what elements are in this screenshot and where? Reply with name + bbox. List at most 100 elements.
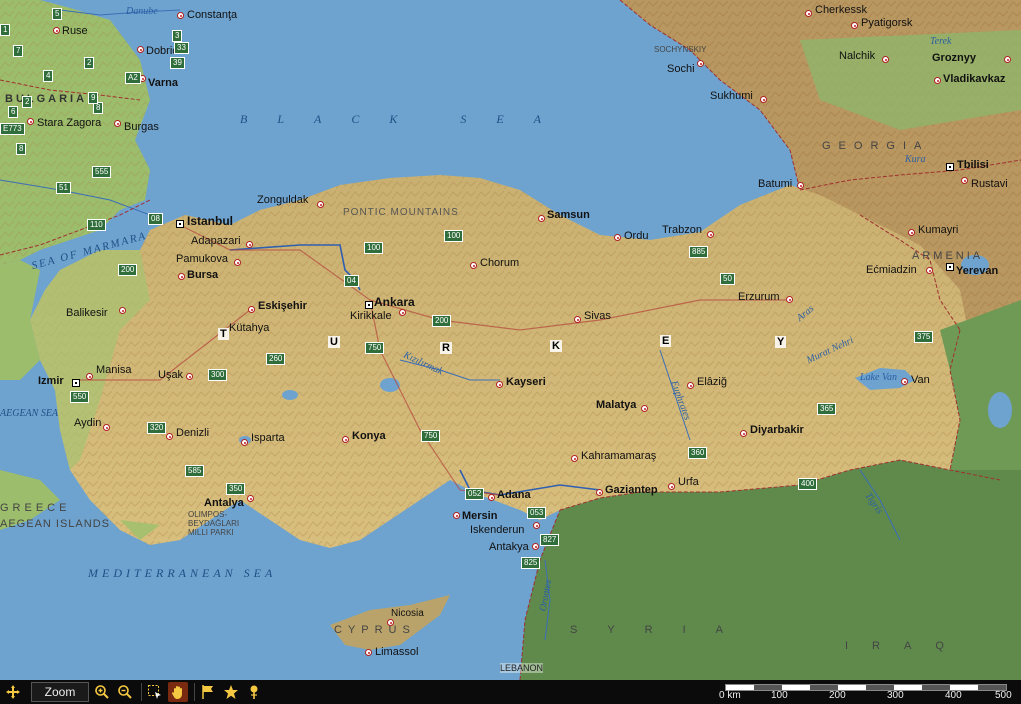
city-label-burgas[interactable]: Burgas (124, 121, 159, 133)
map-view[interactable]: BLACK SEA SEA OF MARMARA MEDITERRANEAN S… (0, 0, 1021, 680)
city-label-kayseri[interactable]: Kayseri (506, 376, 546, 388)
city-marker[interactable] (387, 619, 394, 626)
city-marker[interactable] (760, 96, 767, 103)
city-marker[interactable] (797, 182, 804, 189)
city-label-ecmiadzin[interactable]: Ećmiadzin (866, 264, 917, 276)
city-marker[interactable] (533, 522, 540, 529)
city-label-ordu[interactable]: Ordu (624, 230, 648, 242)
city-marker[interactable] (926, 267, 933, 274)
city-marker[interactable] (27, 118, 34, 125)
city-marker[interactable] (53, 27, 60, 34)
city-label-kirikkale[interactable]: Kirikkale (350, 310, 392, 322)
city-label-kahramanmaras[interactable]: Kahramamaraş (581, 450, 656, 462)
city-marker[interactable] (178, 273, 185, 280)
city-label-malatya[interactable]: Malatya (596, 399, 636, 411)
city-label-diyarbakir[interactable]: Diyarbakir (750, 424, 804, 436)
city-label-varna[interactable]: Varna (148, 77, 178, 89)
city-marker[interactable] (574, 316, 581, 323)
hand-pan-icon[interactable] (168, 682, 188, 702)
city-marker[interactable] (496, 381, 503, 388)
city-marker[interactable] (668, 483, 675, 490)
city-label-yerevan[interactable]: Yerevan (956, 265, 998, 277)
city-marker[interactable] (234, 259, 241, 266)
city-marker[interactable] (247, 495, 254, 502)
city-marker[interactable] (901, 378, 908, 385)
city-label-kutahya[interactable]: Kütahya (229, 322, 269, 334)
city-marker[interactable] (908, 229, 915, 236)
city-label-zonguldak[interactable]: Zonguldak (257, 194, 308, 206)
city-marker[interactable] (596, 489, 603, 496)
city-label-elazig[interactable]: Elâziğ (697, 376, 727, 388)
city-label-sochi[interactable]: Sochi (667, 63, 695, 75)
flag-icon[interactable] (198, 682, 218, 702)
city-label-rustavi[interactable]: Rustavi (971, 178, 1008, 190)
city-label-manisa[interactable]: Manisa (96, 364, 131, 376)
city-marker[interactable] (571, 455, 578, 462)
city-marker[interactable] (934, 77, 941, 84)
city-label-samsun[interactable]: Samsun (547, 209, 590, 221)
city-marker[interactable] (119, 307, 126, 314)
select-rect-icon[interactable] (145, 682, 165, 702)
city-label-denizli[interactable]: Denizli (176, 427, 209, 439)
city-label-kumayri[interactable]: Kumayri (918, 224, 958, 236)
city-label-bursa[interactable]: Bursa (187, 269, 218, 281)
city-label-groznyy[interactable]: Groznyy (932, 52, 976, 64)
city-marker[interactable] (137, 46, 144, 53)
city-marker[interactable] (687, 382, 694, 389)
city-label-erzurum[interactable]: Erzurum (738, 291, 780, 303)
city-marker[interactable] (176, 220, 184, 228)
city-marker[interactable] (740, 430, 747, 437)
pin-icon[interactable] (244, 682, 264, 702)
city-marker[interactable] (707, 231, 714, 238)
city-marker[interactable] (103, 424, 110, 431)
zoom-in-icon[interactable] (92, 682, 112, 702)
city-marker[interactable] (342, 436, 349, 443)
city-label-konya[interactable]: Konya (352, 430, 386, 442)
star-icon[interactable] (221, 682, 241, 702)
city-marker[interactable] (697, 60, 704, 67)
city-label-izmir[interactable]: Izmir (38, 375, 64, 387)
city-marker[interactable] (805, 10, 812, 17)
city-label-urfa[interactable]: Urfa (678, 476, 699, 488)
city-label-adapazari[interactable]: Adapazari (191, 235, 241, 247)
city-label-van[interactable]: Van (911, 374, 930, 386)
city-marker[interactable] (488, 494, 495, 501)
city-marker[interactable] (166, 433, 173, 440)
city-label-pamukova[interactable]: Pamukova (176, 253, 228, 265)
city-marker[interactable] (241, 439, 248, 446)
city-label-antalya[interactable]: Antalya (204, 497, 244, 509)
city-label-balikesir[interactable]: Balikesir (66, 307, 108, 319)
city-label-chorum[interactable]: Chorum (480, 257, 519, 269)
city-marker[interactable] (851, 22, 858, 29)
city-label-antakya[interactable]: Antakya (489, 541, 529, 553)
city-marker[interactable] (177, 12, 184, 19)
zoom-out-icon[interactable] (115, 682, 135, 702)
city-marker[interactable] (365, 301, 373, 309)
city-marker[interactable] (538, 215, 545, 222)
city-marker[interactable] (317, 201, 324, 208)
city-label-adana[interactable]: Adana (497, 489, 531, 501)
city-label-sivas[interactable]: Sivas (584, 310, 611, 322)
city-marker[interactable] (532, 543, 539, 550)
city-label-batumi[interactable]: Batumi (758, 178, 792, 190)
city-label-constanta[interactable]: Constanţa (187, 9, 237, 21)
city-marker[interactable] (114, 120, 121, 127)
city-marker[interactable] (470, 262, 477, 269)
city-label-nalchik[interactable]: Nalchik (839, 50, 875, 62)
city-label-eskisehir[interactable]: Eskişehir (258, 300, 307, 312)
city-label-iskenderun[interactable]: Iskenderun (470, 524, 524, 536)
city-label-mersin[interactable]: Mersin (462, 510, 497, 522)
city-marker[interactable] (248, 306, 255, 313)
city-marker[interactable] (1004, 56, 1011, 63)
city-label-isparta[interactable]: Isparta (251, 432, 285, 444)
city-marker[interactable] (614, 234, 621, 241)
city-marker[interactable] (641, 405, 648, 412)
city-label-pyatigorsk[interactable]: Pyatigorsk (861, 17, 912, 29)
city-label-stara-zagora[interactable]: Stara Zagora (37, 117, 101, 129)
city-label-trabzon[interactable]: Trabzon (662, 224, 702, 236)
city-label-aydin[interactable]: Aydin (74, 417, 101, 429)
city-label-tbilisi[interactable]: Tbilisi (957, 159, 989, 171)
city-label-vladikavkaz[interactable]: Vladikavkaz (943, 73, 1005, 85)
city-label-istanbul[interactable]: Istanbul (187, 215, 233, 227)
city-marker[interactable] (72, 379, 80, 387)
